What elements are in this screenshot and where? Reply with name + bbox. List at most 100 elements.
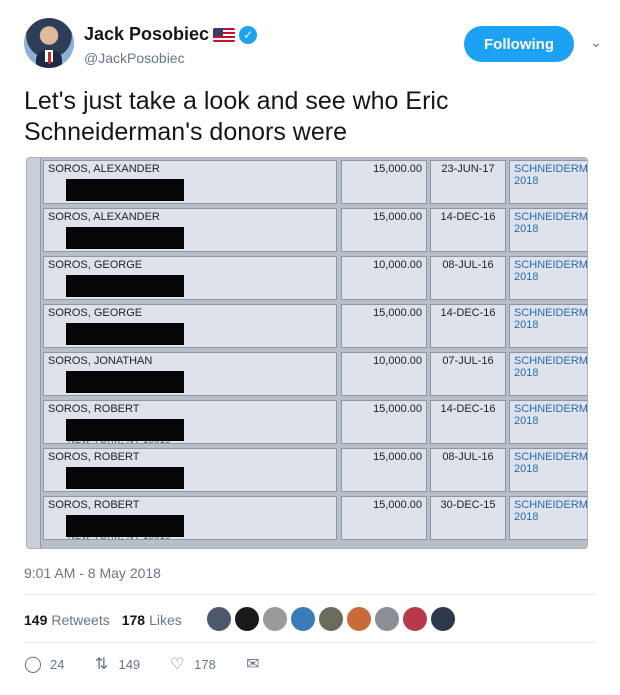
donor-name: SOROS, GEORGE <box>48 307 143 319</box>
redaction-bar <box>66 323 184 345</box>
committee-cell: SCHNEIDERMAN 2018 <box>509 496 587 540</box>
donor-name-cell: SOROS, ALEXANDER <box>43 208 337 252</box>
redaction-bar <box>66 371 184 393</box>
tweet-image[interactable]: SOROS, ALEXANDER 15,000.00 23-JUN-17 SCHNEI… <box>26 157 588 549</box>
likes-label: Likes <box>149 612 182 628</box>
date-cell: 14-DEC-16 <box>430 400 506 444</box>
liker-avatar[interactable] <box>290 606 316 632</box>
following-button[interactable]: Following <box>464 26 574 62</box>
tweet-timestamp[interactable]: 9:01 AM - 8 May 2018 <box>24 565 161 581</box>
liker-avatars <box>206 606 458 632</box>
heart-icon: ♡ <box>170 656 185 673</box>
retweets-stat[interactable]: 149 Retweets <box>24 612 110 628</box>
liker-avatar[interactable] <box>430 606 456 632</box>
amount-cell: 15,000.00 <box>341 448 427 492</box>
donor-name-cell: SOROS, JONATHAN <box>43 352 337 396</box>
retweets-count: 149 <box>24 612 48 628</box>
avatar-tie <box>48 52 51 64</box>
liker-avatar[interactable] <box>374 606 400 632</box>
redaction-bar <box>66 419 184 441</box>
liker-avatar[interactable] <box>262 606 288 632</box>
date-cell: 07-JUL-16 <box>430 352 506 396</box>
reply-icon: ◯ <box>24 656 42 673</box>
reply-count: 24 <box>50 656 65 672</box>
avatar[interactable] <box>24 18 74 68</box>
table-row: SOROS, ROBERTNEW YORK, NY 1001915,000.00… <box>27 400 587 445</box>
like-count: 178 <box>194 656 216 672</box>
amount-cell: 15,000.00 <box>341 400 427 444</box>
retweet-icon: ⇅ <box>94 656 109 673</box>
committee-cell: SCHNEIDERMAN 2018 <box>509 448 587 492</box>
table-row: SOROS, ROBERT 15,000.00 08-JUL-16 SCHNEIDER… <box>27 448 587 492</box>
donor-name-cell: SOROS, ROBERT <box>43 448 337 492</box>
retweets-label: Retweets <box>51 612 110 628</box>
donor-name: SOROS, ALEXANDER <box>48 163 160 175</box>
envelope-icon: ✉ <box>246 656 260 673</box>
table-row: SOROS, GEORGE 10,000.00 08-JUL-16 SCHNEIDER… <box>27 256 587 300</box>
table-row: SOROS, ALEXANDER 15,000.00 23-JUN-17 SCHNEI… <box>27 160 587 204</box>
liker-avatar[interactable] <box>234 606 260 632</box>
amount-cell: 15,000.00 <box>341 160 427 204</box>
redaction-bar <box>66 227 184 249</box>
donor-name: SOROS, GEORGE <box>48 259 143 271</box>
tweet-text: Let's just take a look and see who Eric … <box>24 87 449 146</box>
donor-name-cell: SOROS, ROBERTNEW YORK, NY 10019 <box>43 496 337 541</box>
direct-message-button[interactable]: ✉ <box>244 654 270 674</box>
liker-avatar[interactable] <box>402 606 428 632</box>
committee-cell: SCHNEIDERMAN 2018 <box>509 400 587 444</box>
donor-name: SOROS, JONATHAN <box>48 355 153 367</box>
tweet-actions: ◯ 24 ⇅ 149 ♡ 178 ✉ <box>24 654 298 674</box>
amount-cell: 15,000.00 <box>341 496 427 540</box>
date-cell: 08-JUL-16 <box>430 256 506 300</box>
donor-name-cell: SOROS, ALEXANDER <box>43 160 337 204</box>
donor-name-cell: SOROS, GEORGE <box>43 256 337 300</box>
donor-name: SOROS, ROBERT <box>48 451 140 463</box>
table-row: SOROS, ROBERTNEW YORK, NY 1001915,000.00… <box>27 496 587 541</box>
likes-stat[interactable]: 178 Likes <box>122 612 182 628</box>
redaction-bar <box>66 467 184 489</box>
committee-cell: SCHNEIDERMAN 2018 <box>509 160 587 204</box>
chevron-down-icon[interactable]: ⌄ <box>586 34 606 54</box>
verified-check-icon: ✓ <box>239 25 258 44</box>
tweet-stats: 149 Retweets 178 Likes <box>24 606 194 634</box>
likes-count: 178 <box>121 612 146 628</box>
retweet-button[interactable]: ⇅ 149 <box>92 654 140 674</box>
tweet-header: Jack Posobiec ✓ @JackPosobiec Following … <box>24 18 602 74</box>
divider <box>24 594 596 595</box>
redaction-bar <box>66 179 184 201</box>
table-row: SOROS, ALEXANDER 15,000.00 14-DEC-16 SCHNEI… <box>27 208 587 252</box>
committee-cell: SCHNEIDERMAN 2018 <box>509 352 587 396</box>
donor-name: SOROS, ROBERT <box>48 403 140 415</box>
committee-cell: SCHNEIDERMAN 2018 <box>509 256 587 300</box>
donor-name: SOROS, ROBERT <box>48 499 140 511</box>
date-cell: 08-JUL-16 <box>430 448 506 492</box>
donor-name-cell: SOROS, GEORGE <box>43 304 337 348</box>
committee-cell: SCHNEIDERMAN 2018 <box>509 208 587 252</box>
liker-avatar[interactable] <box>346 606 372 632</box>
donor-name-cell: SOROS, ROBERTNEW YORK, NY 10019 <box>43 400 337 445</box>
display-name[interactable]: Jack Posobiec <box>84 24 209 45</box>
committee-cell: SCHNEIDERMAN 2018 <box>509 304 587 348</box>
table-row: SOROS, JONATHAN 10,000.00 07-JUL-16 SCHNEID… <box>27 352 587 396</box>
divider <box>24 642 596 643</box>
name-row: Jack Posobiec ✓ <box>84 24 258 45</box>
us-flag-icon <box>213 27 236 42</box>
amount-cell: 15,000.00 <box>341 304 427 348</box>
like-button[interactable]: ♡ 178 <box>168 654 216 674</box>
amount-cell: 10,000.00 <box>341 352 427 396</box>
date-cell: 14-DEC-16 <box>430 208 506 252</box>
date-cell: 23-JUN-17 <box>430 160 506 204</box>
liker-avatar[interactable] <box>206 606 232 632</box>
user-handle[interactable]: @JackPosobiec <box>84 50 185 66</box>
reply-button[interactable]: ◯ 24 <box>24 654 64 674</box>
donor-name: SOROS, ALEXANDER <box>48 211 160 223</box>
redaction-bar <box>66 275 184 297</box>
date-cell: 14-DEC-16 <box>430 304 506 348</box>
redaction-bar <box>66 515 184 537</box>
amount-cell: 10,000.00 <box>341 256 427 300</box>
table-row: SOROS, GEORGE 15,000.00 14-DEC-16 SCHNEIDER… <box>27 304 587 348</box>
date-cell: 30-DEC-15 <box>430 496 506 540</box>
amount-cell: 15,000.00 <box>341 208 427 252</box>
retweet-count: 149 <box>118 656 141 672</box>
liker-avatar[interactable] <box>318 606 344 632</box>
